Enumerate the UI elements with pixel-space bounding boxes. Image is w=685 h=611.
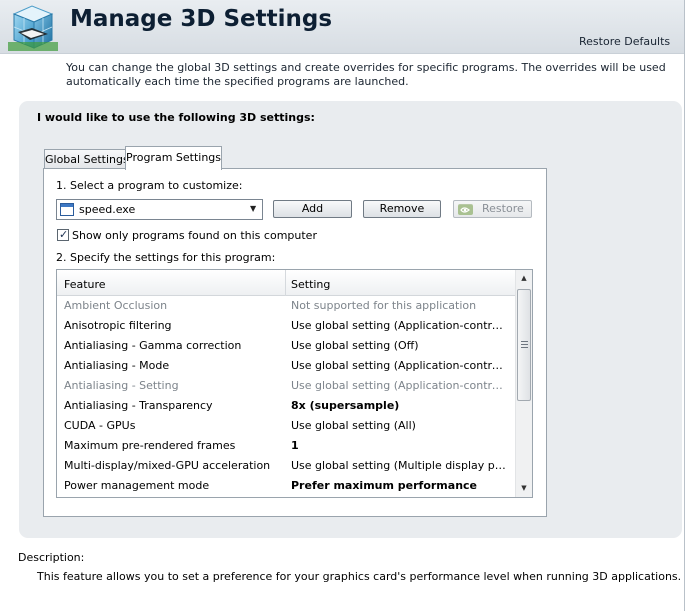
- setting-cell: Use global setting (Application-controll…: [291, 379, 506, 392]
- feature-cell: Antialiasing - Gamma correction: [64, 339, 242, 352]
- column-header-setting[interactable]: Setting: [291, 278, 330, 291]
- restore-button[interactable]: Restore: [453, 200, 532, 218]
- feature-cell: Multi-display/mixed-GPU acceleration: [64, 459, 271, 472]
- feature-cell: Maximum pre-rendered frames: [64, 439, 236, 452]
- scroll-down-arrow-icon[interactable]: ▼: [516, 480, 532, 497]
- panel-heading: I would like to use the following 3D set…: [37, 111, 315, 124]
- setting-cell: Use global setting (Application-controll…: [291, 359, 506, 372]
- setting-cell: Use global setting (Off): [291, 339, 419, 352]
- setting-cell: Use global setting (All): [291, 419, 416, 432]
- chevron-down-icon: ▼: [250, 204, 257, 213]
- table-row[interactable]: Antialiasing - Transparency 8x (supersam…: [57, 396, 515, 416]
- scrollbar-thumb[interactable]: [517, 289, 531, 401]
- tab-global-settings[interactable]: Global Settings: [44, 149, 129, 169]
- nvidia-3d-settings-icon: [8, 2, 58, 52]
- table-header: Feature Setting: [57, 270, 515, 296]
- nvidia-logo-icon: [458, 204, 473, 215]
- page-title: Manage 3D Settings: [70, 6, 333, 32]
- program-select-dropdown[interactable]: speed.exe ▼: [56, 199, 263, 220]
- setting-cell: Not supported for this application: [291, 299, 477, 312]
- setting-cell: 8x (supersample): [291, 399, 400, 412]
- settings-table: Feature Setting Ambient Occlusion Not su…: [56, 269, 533, 498]
- table-row[interactable]: Ambient Occlusion Not supported for this…: [57, 296, 515, 316]
- add-button[interactable]: Add: [273, 200, 352, 218]
- show-only-programs-label: Show only programs found on this compute…: [72, 229, 317, 242]
- selected-program-value: speed.exe: [79, 203, 136, 216]
- table-row[interactable]: Antialiasing - Setting Use global settin…: [57, 376, 515, 396]
- setting-cell: Prefer maximum performance: [291, 479, 478, 492]
- application-window-icon: [60, 203, 74, 216]
- column-header-feature[interactable]: Feature: [64, 278, 106, 291]
- setting-cell: Use global setting (Multiple display per…: [291, 459, 506, 472]
- description-label: Description:: [18, 551, 85, 564]
- feature-cell: Anisotropic filtering: [64, 319, 172, 332]
- feature-cell: Ambient Occlusion: [64, 299, 168, 312]
- feature-cell: Antialiasing - Mode: [64, 359, 170, 372]
- table-row[interactable]: Antialiasing - Gamma correction Use glob…: [57, 336, 515, 356]
- table-row[interactable]: Antialiasing - Mode Use global setting (…: [57, 356, 515, 376]
- description-text: This feature allows you to set a prefere…: [37, 570, 682, 583]
- table-scrollbar[interactable]: ▲ ▼: [515, 270, 532, 497]
- select-program-label: 1. Select a program to customize:: [56, 179, 243, 192]
- scroll-up-arrow-icon[interactable]: ▲: [516, 270, 532, 287]
- feature-cell: Antialiasing - Setting: [64, 379, 179, 392]
- setting-cell: Use global setting (Application-controll…: [291, 319, 506, 332]
- column-divider[interactable]: [285, 270, 286, 296]
- restore-button-label: Restore: [482, 202, 524, 215]
- feature-cell: Antialiasing - Transparency: [64, 399, 213, 412]
- table-row[interactable]: Multi-display/mixed-GPU acceleration Use…: [57, 456, 515, 476]
- table-row[interactable]: Power management mode Prefer maximum per…: [57, 476, 515, 496]
- specify-settings-label: 2. Specify the settings for this program…: [56, 251, 276, 264]
- setting-cell: 1: [291, 439, 299, 452]
- intro-text: You can change the global 3D settings an…: [66, 61, 666, 88]
- restore-defaults-link[interactable]: Restore Defaults: [579, 35, 670, 48]
- tab-program-settings[interactable]: Program Settings: [125, 146, 222, 170]
- table-row[interactable]: Anisotropic filtering Use global setting…: [57, 316, 515, 336]
- checkmark-icon: ✓: [59, 228, 69, 241]
- remove-button[interactable]: Remove: [363, 200, 441, 218]
- feature-cell: CUDA - GPUs: [64, 419, 136, 432]
- table-row[interactable]: CUDA - GPUs Use global setting (All): [57, 416, 515, 436]
- header-bar: Manage 3D Settings Restore Defaults: [0, 0, 685, 54]
- grip-icon: [521, 341, 528, 348]
- feature-cell: Power management mode: [64, 479, 210, 492]
- show-only-programs-checkbox[interactable]: ✓: [57, 228, 69, 241]
- table-row[interactable]: Maximum pre-rendered frames 1: [57, 436, 515, 456]
